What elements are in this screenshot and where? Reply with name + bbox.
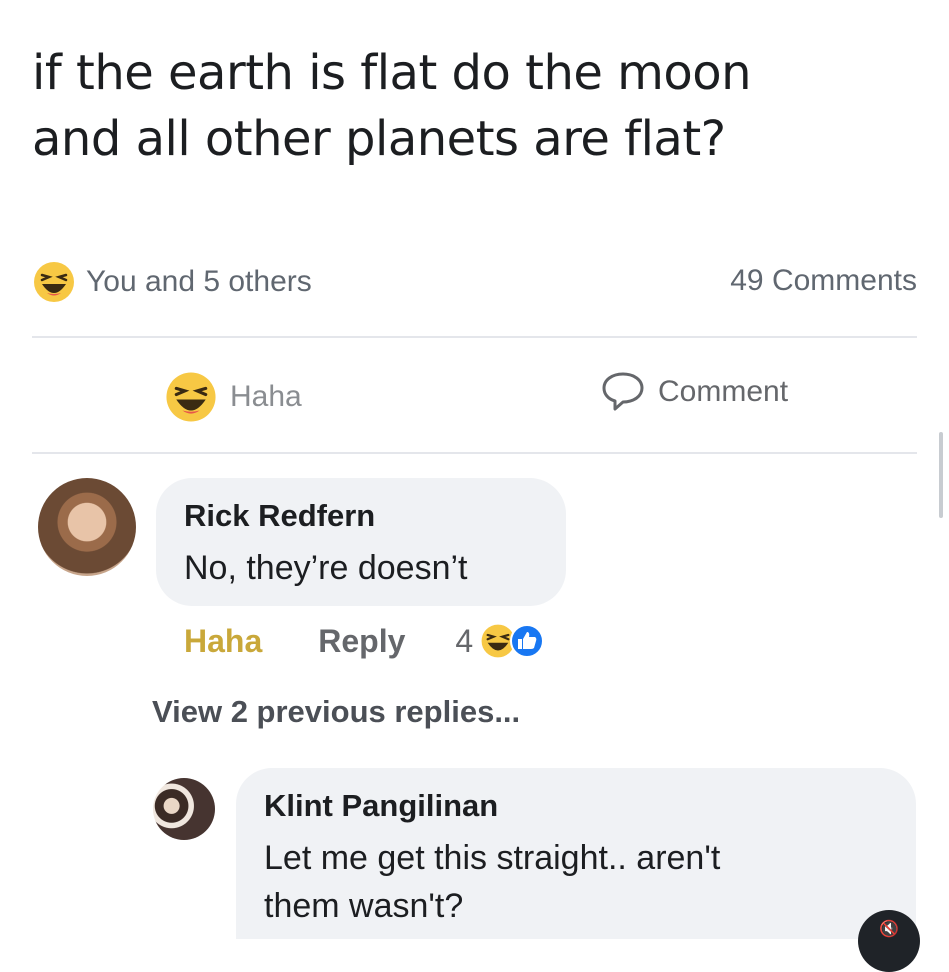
comment-button[interactable]: Comment xyxy=(600,370,788,414)
mute-button[interactable]: 🔇 xyxy=(858,910,920,972)
post-text-line-1: if the earth is flat do the moon xyxy=(32,45,752,101)
divider xyxy=(32,336,917,338)
reply-text: Let me get this straight.. aren't them w… xyxy=(264,834,720,930)
laughing-emoji-icon xyxy=(32,260,76,304)
avatar[interactable] xyxy=(153,778,215,840)
reaction-icons[interactable] xyxy=(479,622,545,660)
reaction-count: 4 xyxy=(455,622,474,659)
comment-meta: Haha Reply 4 xyxy=(184,622,545,660)
comment-author[interactable]: Rick Redfern xyxy=(184,498,375,534)
comment-reply-button[interactable]: Reply xyxy=(318,623,405,660)
post-text-line-2: and all other planets are flat? xyxy=(32,111,726,167)
reactors-label: You and 5 others xyxy=(86,265,312,298)
comment-text: No, they’re doesn’t xyxy=(184,549,468,587)
avatar[interactable] xyxy=(38,478,136,576)
haha-label: Haha xyxy=(230,380,302,413)
speech-bubble-icon xyxy=(600,370,646,414)
comments-count[interactable]: 49 Comments xyxy=(730,264,917,298)
comment-haha-button[interactable]: Haha xyxy=(184,623,262,660)
reactors-summary[interactable]: You and 5 others xyxy=(32,260,312,304)
reply-text-line-2: them wasn't? xyxy=(264,887,464,925)
scrollbar-thumb[interactable] xyxy=(939,432,943,518)
thumbs-up-icon xyxy=(509,623,545,659)
reply-author[interactable]: Klint Pangilinan xyxy=(264,788,498,824)
post-stats: You and 5 others 49 Comments xyxy=(32,256,917,304)
haha-reaction-button[interactable]: Haha xyxy=(164,370,302,424)
divider xyxy=(32,452,917,454)
laughing-emoji-icon xyxy=(164,370,218,424)
view-previous-replies-link[interactable]: View 2 previous replies... xyxy=(152,694,520,730)
post-text: if the earth is flat do the moon and all… xyxy=(32,40,912,172)
post-actions: Haha Comment xyxy=(32,362,917,432)
reply-text-line-1: Let me get this straight.. aren't xyxy=(264,839,721,877)
muted-speaker-icon: 🔇 xyxy=(879,921,899,938)
comment-label: Comment xyxy=(658,375,789,408)
